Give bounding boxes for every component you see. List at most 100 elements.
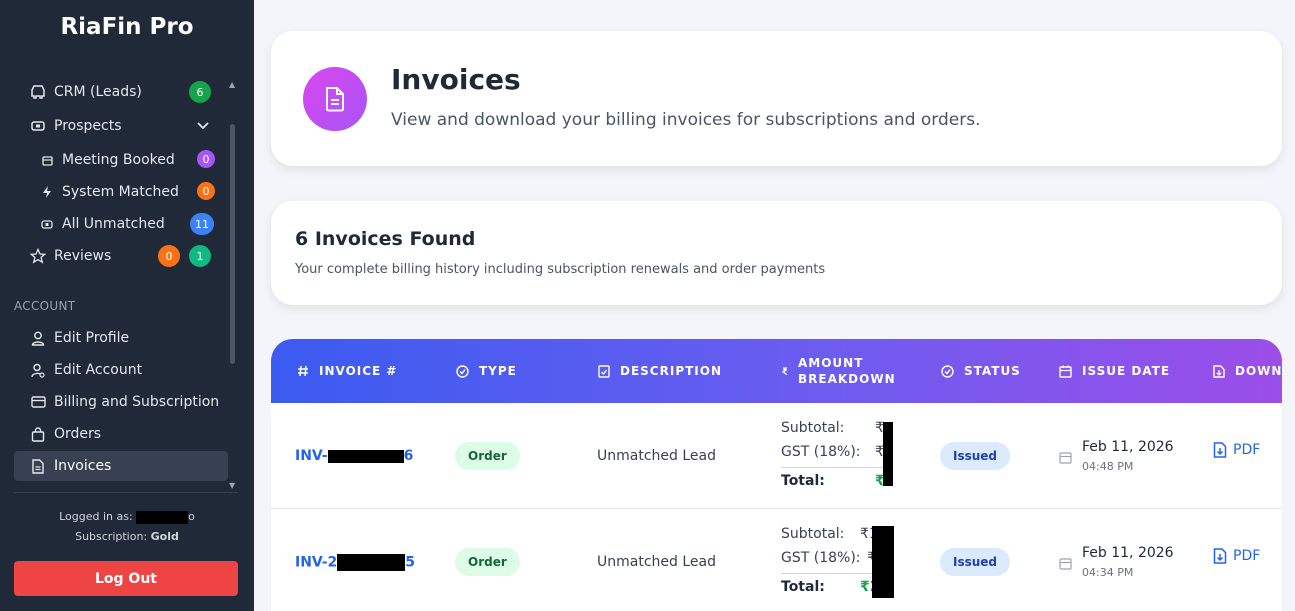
calendar-icon bbox=[1059, 555, 1072, 574]
user-icon bbox=[30, 330, 46, 346]
file-download-icon bbox=[1213, 548, 1227, 564]
redacted-amounts bbox=[883, 422, 893, 486]
leads-count-badge: 6 bbox=[189, 81, 211, 103]
table-row: INV- 6 Order Unmatched Lead Subtotal: ₹ G… bbox=[271, 403, 1282, 509]
clipboard-check-icon bbox=[598, 364, 610, 378]
calendar-icon bbox=[1059, 449, 1072, 468]
sidebar-item-label: Edit Profile bbox=[54, 330, 130, 346]
gst-label: GST (18%): bbox=[781, 444, 861, 460]
user-gear-icon bbox=[30, 362, 46, 378]
sidebar-item-label: All Unmatched bbox=[62, 216, 165, 232]
car-icon bbox=[30, 84, 46, 100]
logout-button[interactable]: Log Out bbox=[14, 561, 238, 596]
column-header-invoice: INVOICE # bbox=[297, 339, 398, 403]
unmatched-count-badge: 11 bbox=[190, 213, 214, 235]
file-download-icon bbox=[1213, 442, 1227, 458]
scroll-down-arrow-icon[interactable]: ▼ bbox=[229, 481, 235, 490]
column-header-amount: AMOUNT BREAKDOWN bbox=[782, 339, 896, 403]
chevron-down-icon[interactable] bbox=[196, 118, 210, 136]
sidebar-item-edit-account[interactable]: Edit Account bbox=[14, 355, 228, 385]
brand-logo: RiaFin Pro bbox=[60, 14, 194, 40]
redacted-invoice-id bbox=[327, 449, 404, 463]
page-title: Invoices bbox=[391, 63, 521, 96]
sidebar-item-label: Orders bbox=[54, 426, 102, 442]
subscription-info: Subscription: Gold bbox=[0, 530, 254, 543]
sidebar-item-orders[interactable]: Orders bbox=[14, 419, 228, 449]
gst-label: GST (18%): bbox=[781, 550, 861, 566]
redacted-username bbox=[136, 510, 189, 524]
bolt-icon bbox=[40, 184, 54, 200]
invoices-count-title: 6 Invoices Found bbox=[295, 228, 476, 250]
sidebar-item-label: CRM (Leads) bbox=[54, 84, 142, 100]
issue-time: 04:34 PM bbox=[1082, 566, 1134, 579]
reviews-count-badge: 1 bbox=[189, 245, 211, 267]
subtotal-label: Subtotal: bbox=[781, 526, 845, 542]
meeting-count-badge: 0 bbox=[197, 150, 215, 168]
sidebar-item-all-unmatched[interactable]: All Unmatched 11 bbox=[14, 209, 228, 239]
issue-date: Feb 11, 2026 bbox=[1082, 545, 1174, 561]
sidebar-item-label: Invoices bbox=[54, 458, 112, 474]
page-header-card: Invoices View and download your billing … bbox=[271, 31, 1282, 166]
amount-divider bbox=[781, 467, 889, 468]
total-label: Total: bbox=[781, 579, 825, 595]
sidebar-item-reviews[interactable]: Reviews 0 1 bbox=[14, 241, 228, 271]
sidebar-item-label: System Matched bbox=[62, 184, 179, 200]
page-subtitle: View and download your billing invoices … bbox=[391, 110, 981, 130]
ticket-icon bbox=[30, 118, 46, 134]
table-row: INV-2 5 Order Unmatched Lead Subtotal: ₹1… bbox=[271, 509, 1282, 611]
logged-in-info: Logged in as: o bbox=[0, 510, 254, 524]
redacted-invoice-id bbox=[337, 554, 406, 571]
invoice-number-link[interactable]: INV-2 5 bbox=[295, 554, 415, 571]
hash-icon bbox=[297, 365, 309, 377]
credit-card-icon bbox=[30, 394, 46, 410]
star-icon bbox=[30, 248, 46, 264]
sidebar-item-label: Billing and Subscription bbox=[54, 394, 220, 410]
section-label-account: ACCOUNT bbox=[14, 299, 76, 313]
sidebar-item-label: Meeting Booked bbox=[62, 152, 175, 168]
invoice-number-link[interactable]: INV- 6 bbox=[295, 448, 413, 464]
total-label: Total: bbox=[781, 473, 825, 489]
issue-date: Feb 11, 2026 bbox=[1082, 439, 1174, 455]
invoice-document-icon bbox=[303, 67, 367, 131]
file-download-icon bbox=[1213, 364, 1225, 378]
issue-time: 04:48 PM bbox=[1082, 460, 1134, 473]
description-cell: Unmatched Lead bbox=[597, 554, 716, 570]
calendar-icon bbox=[1059, 365, 1072, 378]
sidebar-item-prospects[interactable]: Prospects bbox=[14, 111, 228, 141]
check-circle-icon bbox=[456, 364, 469, 378]
subscription-value: Gold bbox=[150, 530, 179, 543]
download-pdf-link[interactable]: PDF bbox=[1213, 548, 1260, 564]
invoices-summary-card: 6 Invoices Found Your complete billing h… bbox=[271, 201, 1282, 305]
sidebar-item-label: Edit Account bbox=[54, 362, 143, 378]
check-circle-icon bbox=[941, 364, 954, 378]
sidebar-item-system-matched[interactable]: System Matched 0 bbox=[14, 177, 228, 207]
invoices-summary-subtitle: Your complete billing history including … bbox=[295, 262, 826, 277]
type-badge: Order bbox=[455, 442, 520, 470]
logged-in-label: Logged in as: bbox=[59, 510, 133, 523]
column-header-description: DESCRIPTION bbox=[598, 339, 722, 403]
sidebar-item-label: Reviews bbox=[54, 248, 112, 264]
ticket-icon bbox=[40, 216, 54, 232]
sidebar-divider bbox=[14, 492, 238, 493]
sidebar-scrollbar[interactable] bbox=[230, 124, 235, 364]
invoices-table: INVOICE # TYPE DESCRIPTION AMOUNT BREAKD… bbox=[271, 339, 1282, 611]
column-header-status: STATUS bbox=[941, 339, 1021, 403]
status-badge: Issued bbox=[940, 442, 1011, 470]
sidebar-item-crm-leads[interactable]: CRM (Leads) 6 bbox=[14, 77, 228, 107]
calendar-icon bbox=[40, 152, 54, 168]
sidebar-item-edit-profile[interactable]: Edit Profile bbox=[14, 323, 228, 353]
column-header-download: DOWNL bbox=[1213, 339, 1282, 403]
redacted-amounts bbox=[872, 526, 894, 598]
bag-icon bbox=[30, 426, 46, 442]
description-cell: Unmatched Lead bbox=[597, 448, 716, 464]
sidebar-item-billing[interactable]: Billing and Subscription bbox=[14, 387, 228, 417]
download-pdf-link[interactable]: PDF bbox=[1213, 442, 1260, 458]
sidebar-item-invoices[interactable]: Invoices bbox=[14, 451, 228, 481]
matched-count-badge: 0 bbox=[197, 182, 215, 200]
column-header-issue-date: ISSUE DATE bbox=[1059, 339, 1170, 403]
scroll-up-arrow-icon[interactable]: ▲ bbox=[229, 80, 235, 89]
sidebar-item-meeting-booked[interactable]: Meeting Booked 0 bbox=[14, 145, 228, 175]
type-badge: Order bbox=[455, 548, 520, 576]
document-icon bbox=[30, 458, 46, 474]
column-header-type: TYPE bbox=[456, 339, 517, 403]
